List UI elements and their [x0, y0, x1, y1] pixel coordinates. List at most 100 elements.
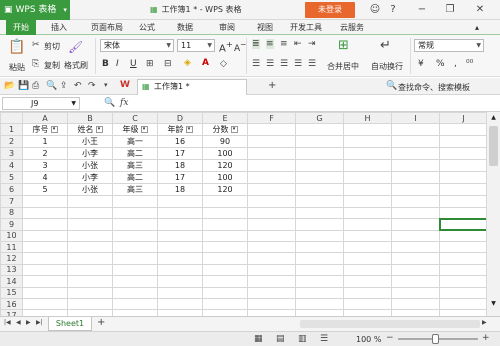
skin-icon[interactable]: ☺: [365, 0, 385, 20]
restore-button[interactable]: ❐: [440, 0, 460, 20]
align-middle-icon[interactable]: ≡: [266, 39, 274, 49]
paste-button[interactable]: 粘贴: [9, 62, 25, 73]
cell[interactable]: [295, 275, 344, 288]
cell[interactable]: [391, 252, 440, 265]
cell[interactable]: [202, 195, 248, 208]
cell[interactable]: [157, 229, 203, 242]
justify-icon[interactable]: ☰: [294, 59, 302, 69]
tab-page-layout[interactable]: 页面布局: [82, 20, 132, 35]
next-sheet-icon[interactable]: ▶: [26, 319, 31, 326]
cell[interactable]: [439, 275, 488, 288]
cell[interactable]: 120: [202, 159, 248, 173]
cell[interactable]: 高三: [112, 183, 158, 197]
collapse-ribbon-icon[interactable]: ▴: [470, 20, 484, 35]
cell[interactable]: [295, 206, 344, 220]
filter-dropdown-icon[interactable]: ▾: [140, 126, 148, 134]
number-format-select[interactable]: 常规 ▼: [414, 39, 484, 52]
indent-increase-icon[interactable]: ⇥: [308, 39, 316, 49]
cell[interactable]: [295, 218, 344, 231]
row-header[interactable]: 6: [0, 183, 23, 197]
cell[interactable]: 100: [202, 171, 248, 185]
paste-icon[interactable]: 📋: [8, 39, 26, 55]
prev-sheet-icon[interactable]: ◀: [16, 319, 21, 326]
row-header[interactable]: 7: [0, 195, 23, 208]
underline-button[interactable]: U: [130, 59, 137, 69]
add-sheet-button[interactable]: +: [97, 317, 105, 328]
cell[interactable]: [247, 252, 296, 265]
cell[interactable]: [391, 263, 440, 277]
cell[interactable]: [22, 218, 68, 231]
italic-button[interactable]: I: [116, 59, 119, 69]
sheet-tab-sheet1[interactable]: Sheet1: [48, 317, 92, 331]
cell[interactable]: [295, 297, 344, 311]
cell[interactable]: [202, 263, 248, 277]
close-button[interactable]: ✕: [470, 0, 490, 20]
shrink-font-button[interactable]: A−: [234, 40, 246, 54]
scroll-thumb[interactable]: [489, 126, 498, 166]
tab-view[interactable]: 视图: [250, 20, 280, 35]
cell[interactable]: [391, 240, 440, 254]
cell[interactable]: [247, 229, 296, 242]
open-folder-icon[interactable]: 📂: [4, 81, 15, 91]
column-header[interactable]: F: [247, 112, 296, 125]
chevron-down-icon[interactable]: ▾: [104, 81, 108, 89]
wrap-text-icon[interactable]: ↵: [380, 38, 391, 53]
cell[interactable]: [343, 171, 392, 185]
name-box[interactable]: J9 ▼: [2, 97, 80, 110]
cell[interactable]: 5: [22, 183, 68, 197]
row-header[interactable]: 3: [0, 147, 23, 161]
cell[interactable]: [247, 240, 296, 254]
cell[interactable]: [247, 147, 296, 161]
row-header[interactable]: 10: [0, 229, 23, 242]
zoom-out-button[interactable]: −: [386, 333, 394, 343]
cell[interactable]: [247, 195, 296, 208]
cell[interactable]: [157, 195, 203, 208]
reading-mode-icon[interactable]: ☰: [320, 334, 328, 344]
cell[interactable]: [157, 297, 203, 311]
cell[interactable]: [157, 252, 203, 265]
font-size-select[interactable]: 11 ▼: [177, 39, 215, 52]
column-header[interactable]: E: [202, 112, 248, 125]
copy-button[interactable]: 复制: [44, 60, 60, 71]
cell[interactable]: [343, 123, 392, 137]
cell[interactable]: [22, 195, 68, 208]
column-header[interactable]: B: [67, 112, 113, 125]
cell[interactable]: [67, 263, 113, 277]
cell[interactable]: 1: [22, 135, 68, 149]
cell[interactable]: [295, 240, 344, 254]
cell[interactable]: [247, 263, 296, 277]
cell[interactable]: [22, 206, 68, 220]
cell[interactable]: [439, 195, 488, 208]
cell[interactable]: [22, 229, 68, 242]
cell[interactable]: [439, 240, 488, 254]
print-icon[interactable]: ⎙: [32, 81, 39, 91]
cell[interactable]: [439, 147, 488, 161]
cell[interactable]: [391, 275, 440, 288]
cell[interactable]: [439, 229, 488, 242]
cell[interactable]: 高二: [112, 147, 158, 161]
row-header[interactable]: 8: [0, 206, 23, 220]
cell[interactable]: [112, 275, 158, 288]
cell[interactable]: [295, 159, 344, 173]
cell[interactable]: [202, 229, 248, 242]
cell[interactable]: 小张: [67, 183, 113, 197]
row-header[interactable]: 9: [0, 218, 23, 231]
tab-review[interactable]: 审阅: [212, 20, 242, 35]
row-header[interactable]: 16: [0, 297, 23, 311]
formula-input[interactable]: [138, 97, 498, 110]
tab-formulas[interactable]: 公式: [132, 20, 162, 35]
cell[interactable]: 2: [22, 147, 68, 161]
cell[interactable]: [247, 135, 296, 149]
row-header[interactable]: 1: [0, 123, 23, 137]
cell[interactable]: 17: [157, 171, 203, 185]
cell[interactable]: [391, 171, 440, 185]
thousands-button[interactable]: ,: [454, 59, 457, 69]
cell[interactable]: 小王: [67, 135, 113, 149]
wps-home-icon[interactable]: W: [120, 80, 130, 90]
cell[interactable]: [343, 297, 392, 311]
cell[interactable]: 小李: [67, 171, 113, 185]
bold-button[interactable]: B: [102, 59, 109, 69]
row-header[interactable]: 11: [0, 240, 23, 254]
cell[interactable]: [295, 147, 344, 161]
cell[interactable]: [202, 275, 248, 288]
